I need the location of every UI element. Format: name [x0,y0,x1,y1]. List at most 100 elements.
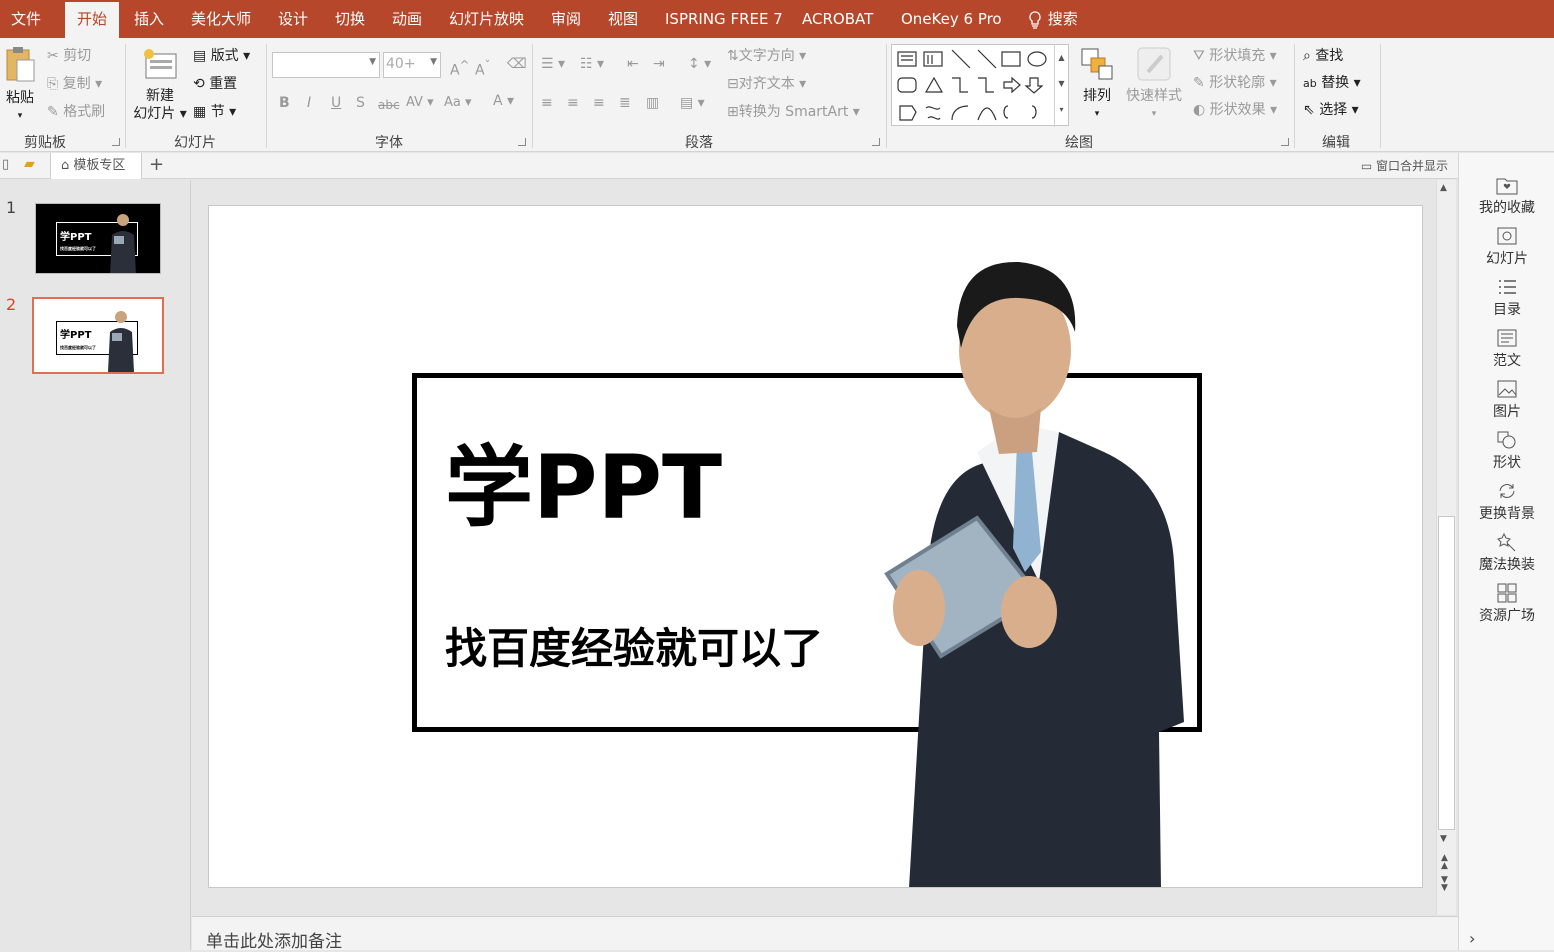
collapse-sidebar-icon[interactable]: › [1469,929,1475,948]
clear-format-button[interactable]: ⌫ [507,55,527,73]
font-color-button[interactable]: A ▾ [493,92,514,110]
font-size-combobox[interactable]: 40+ ▼ [383,52,441,78]
align-center-button[interactable]: ≡ [567,94,579,112]
shapes-gallery[interactable]: ▲ ▼ ▾ [891,44,1069,127]
replace-button[interactable]: ab 替换 ▾ [1303,74,1361,93]
decrease-indent-button[interactable]: ⇤ [627,55,639,73]
merge-windows-button[interactable]: ▭ 窗口合并显示 [1361,157,1448,174]
slide-thumbnail-2-selected[interactable]: 学PPT 找百度经验就可以了 [32,297,164,374]
tab-ispring[interactable]: ISPRING FREE 7 [665,0,783,38]
change-case-button[interactable]: Aa ▾ [444,94,472,112]
notes-placeholder[interactable]: 单击此处添加备注 [206,927,342,952]
numbering-button[interactable]: ☷ ▾ [580,55,604,73]
increase-indent-button[interactable]: ⇥ [653,55,665,73]
text-direction-button[interactable]: ⇅文字方向 ▾ [727,47,806,65]
char-spacing-button[interactable]: AV ▾ [406,94,434,112]
add-tab-icon[interactable]: + [149,154,164,175]
slide-canvas[interactable]: 学PPT 找百度经验就可以了 [208,205,1423,888]
tab-template-zone[interactable]: ⌂ 模板专区 [50,153,142,179]
paste-button[interactable]: 粘贴 ▾ [3,46,37,125]
tab-home[interactable]: 开始 [65,2,120,38]
replace-label: 替换 [1321,75,1350,91]
reset-button[interactable]: ⟲ 重置 [193,75,237,93]
scroll-down-icon[interactable]: ▼ [1440,834,1447,844]
section-button[interactable]: ▦ 节 ▾ [193,103,236,121]
format-painter-button[interactable]: ✎ 格式刷 [47,103,105,121]
convert-smartart-button[interactable]: ⊞转换为 SmartArt ▾ [727,103,860,121]
chevron-down-icon: ▼ [369,57,376,67]
tab-acrobat[interactable]: ACROBAT [802,0,873,38]
tab-onekey[interactable]: OneKey 6 Pro [901,0,1002,38]
font-launcher-icon[interactable] [518,138,526,146]
new-doc-icon[interactable]: ▯ [2,157,9,172]
sidebar-item-shapes[interactable]: 形状 [1459,430,1554,472]
italic-button[interactable]: I [307,94,311,112]
text-shadow-button[interactable]: S [356,94,365,112]
sidebar-item-favorites[interactable]: 我的收藏 [1459,175,1554,217]
columns-button[interactable]: ▤ ▾ [680,94,705,112]
sidebar-item-magic-restyle[interactable]: 魔法换装 [1459,532,1554,574]
tab-animations[interactable]: 动画 [392,0,422,38]
sidebar-item-resource-plaza[interactable]: 资源广场 [1459,583,1554,625]
paragraph-launcher-icon[interactable] [872,138,880,146]
vertical-scrollbar[interactable]: ▲ ▼ ▲ ▲ ▼ ▼ [1436,180,1456,915]
folder-heart-icon [1496,178,1518,195]
font-color-label: A [493,93,503,109]
next-slide-icon[interactable]: ▼ ▼ [1441,876,1448,893]
refresh-icon [1499,484,1515,498]
notes-pane[interactable]: 单击此处添加备注 [192,916,1458,952]
copy-button[interactable]: ⎘ 复制 ▾ [47,75,102,93]
font-name-combobox[interactable]: ▼ [272,52,380,78]
align-left-button[interactable]: ≡ [541,94,553,112]
slide-title[interactable]: 学PPT [445,438,722,538]
shrink-font-button[interactable]: Aˇ [475,56,490,80]
select-button[interactable]: ⇖ 选择 ▾ [1303,101,1359,119]
tab-review[interactable]: 审阅 [551,0,581,38]
align-text-button[interactable]: ⊟对齐文本 ▾ [727,75,806,93]
arrange-button[interactable]: 排列 ▾ [1077,46,1117,123]
shape-outline-button[interactable]: ✎ 形状轮廓 ▾ [1193,74,1277,92]
slide-thumbnail-1[interactable]: 学PPT 找百度经验就可以了 [35,203,161,274]
folder-icon[interactable]: ▰ [24,156,35,172]
tab-transitions[interactable]: 切换 [335,0,365,38]
shape-effects-button[interactable]: ◐ 形状效果 ▾ [1193,101,1277,119]
tab-view[interactable]: 视图 [608,0,638,38]
shape-fill-button[interactable]: ⛛ 形状填充 ▾ [1193,47,1277,65]
sidebar-item-slides[interactable]: 幻灯片 [1459,226,1554,268]
grow-font-button[interactable]: A^ [450,56,469,80]
ribbon-tab-bar: 文件 开始 插入 美化大师 设计 切换 动画 幻灯片放映 审阅 视图 ISPRI… [0,0,1554,38]
tab-file[interactable]: 文件 [11,0,41,38]
drawing-launcher-icon[interactable] [1281,138,1289,146]
previous-slide-icon[interactable]: ▲ ▲ [1441,854,1448,871]
document-icon [1497,329,1517,347]
cut-button[interactable]: ✂ 剪切 [47,47,91,65]
justify-button[interactable]: ≣ [619,94,631,112]
strikethrough-button[interactable]: abc [378,96,400,114]
sidebar-item-toc[interactable]: 目录 [1459,277,1554,319]
magic-wand-icon [1497,532,1516,552]
align-right-button[interactable]: ≡ [593,94,605,112]
clipboard-launcher-icon[interactable] [112,138,120,146]
bold-button[interactable]: B [279,94,290,112]
line-spacing-button[interactable]: ↕ ▾ [688,55,711,73]
tab-design[interactable]: 设计 [278,0,308,38]
sidebar-item-pictures[interactable]: 图片 [1459,379,1554,421]
new-slide-button[interactable]: 新建 幻灯片 ▾ [131,46,189,123]
scroll-up-icon[interactable]: ▲ [1440,183,1447,193]
bullets-button[interactable]: ☰ ▾ [541,55,565,73]
tell-me-search[interactable]: 搜索 [1027,0,1078,38]
businessman-image[interactable] [869,252,1189,888]
quick-styles-button[interactable]: 快速样式 ▾ [1123,46,1185,123]
distributed-button[interactable]: ▥ [646,94,659,112]
find-button[interactable]: ⌕ 查找 [1303,47,1343,65]
scroll-thumb[interactable] [1438,516,1455,830]
tab-beautify-master[interactable]: 美化大师 [191,0,251,38]
sidebar-item-change-background[interactable]: 更换背景 [1459,481,1554,523]
sidebar-item-samples[interactable]: 范文 [1459,328,1554,370]
tab-slideshow[interactable]: 幻灯片放映 [449,0,524,38]
underline-button[interactable]: U [331,94,341,112]
layout-button[interactable]: ▤ 版式 ▾ [193,47,250,65]
slide-subtitle[interactable]: 找百度经验就可以了 [445,624,823,674]
gallery-scroll[interactable]: ▲ ▼ ▾ [1054,45,1068,127]
tab-insert[interactable]: 插入 [134,0,164,38]
